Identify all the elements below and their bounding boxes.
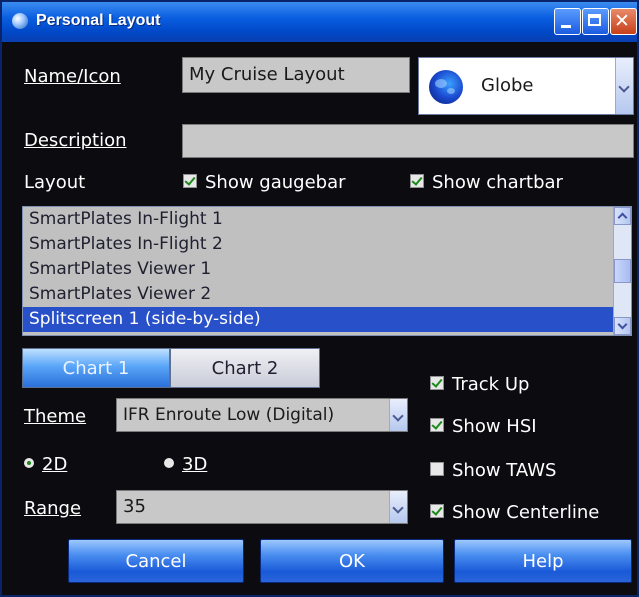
mode-3d-radio[interactable]: 3D — [164, 454, 207, 475]
track-up-checkbox[interactable]: Track Up — [430, 374, 529, 395]
checkbox-icon — [410, 174, 424, 188]
description-input[interactable] — [182, 124, 634, 158]
chevron-down-icon[interactable] — [389, 491, 407, 523]
list-item[interactable]: SmartPlates Viewer 2 — [23, 282, 631, 307]
ok-button[interactable]: OK — [260, 539, 444, 583]
description-label: Description — [24, 130, 127, 151]
scroll-thumb[interactable] — [614, 259, 631, 283]
scroll-up-icon[interactable] — [614, 207, 631, 225]
theme-combo[interactable]: IFR Enroute Low (Digital) — [116, 398, 408, 432]
list-item-selected[interactable]: Splitscreen 1 (side-by-side) — [23, 307, 631, 332]
app-globe-icon — [12, 13, 28, 29]
checkbox-icon — [430, 462, 444, 476]
show-chartbar-checkbox[interactable]: Show chartbar — [410, 172, 563, 193]
layout-label: Layout — [24, 172, 86, 193]
cancel-button[interactable]: Cancel — [68, 539, 244, 583]
maximize-icon — [588, 14, 601, 26]
globe-icon — [429, 70, 463, 104]
show-taws-checkbox[interactable]: Show TAWS — [430, 460, 556, 481]
maximize-button[interactable] — [582, 8, 609, 35]
checkbox-icon — [430, 504, 444, 518]
show-gaugebar-checkbox[interactable]: Show gaugebar — [183, 172, 346, 193]
show-centerline-checkbox[interactable]: Show Centerline — [430, 502, 599, 523]
mode-2d-radio[interactable]: 2D — [24, 454, 67, 475]
range-combo-value: 35 — [123, 496, 146, 517]
close-icon: ✕ — [614, 10, 630, 32]
checkbox-icon — [430, 376, 444, 390]
window-title: Personal Layout — [36, 12, 161, 29]
checkbox-icon — [183, 174, 197, 188]
radio-icon — [24, 458, 34, 468]
icon-combo-value: Globe — [481, 75, 534, 96]
help-button[interactable]: Help — [454, 539, 632, 583]
list-item[interactable]: SmartPlates In-Flight 1 — [23, 207, 631, 232]
list-item[interactable]: SmartPlates Viewer 1 — [23, 257, 631, 282]
tab-chart-2[interactable]: Chart 2 — [170, 348, 320, 388]
theme-label: Theme — [24, 406, 87, 427]
list-scrollbar[interactable] — [613, 207, 631, 335]
chevron-down-icon[interactable] — [389, 399, 407, 431]
checkbox-icon — [430, 418, 444, 432]
theme-combo-value: IFR Enroute Low (Digital) — [123, 405, 335, 425]
icon-combo[interactable]: Globe — [418, 57, 634, 115]
tab-chart-1[interactable]: Chart 1 — [22, 348, 170, 388]
layout-list[interactable]: SmartPlates In-Flight 1 SmartPlates In-F… — [22, 206, 632, 336]
minimize-icon — [561, 25, 571, 28]
list-item[interactable]: SmartPlates In-Flight 2 — [23, 232, 631, 257]
scroll-down-icon[interactable] — [614, 317, 631, 335]
range-label: Range — [24, 498, 82, 519]
name-input[interactable]: My Cruise Layout — [182, 57, 410, 93]
close-button[interactable]: ✕ — [610, 8, 637, 35]
range-combo[interactable]: 35 — [116, 490, 408, 524]
minimize-button[interactable] — [554, 8, 581, 35]
show-hsi-checkbox[interactable]: Show HSI — [430, 416, 537, 437]
name-label: Name/Icon — [24, 66, 121, 87]
personal-layout-dialog: Personal Layout ✕ Name/Icon My Cruise La… — [0, 0, 639, 597]
title-bar[interactable]: Personal Layout ✕ — [2, 2, 637, 42]
chevron-down-icon[interactable] — [615, 58, 633, 114]
radio-icon — [164, 458, 174, 468]
